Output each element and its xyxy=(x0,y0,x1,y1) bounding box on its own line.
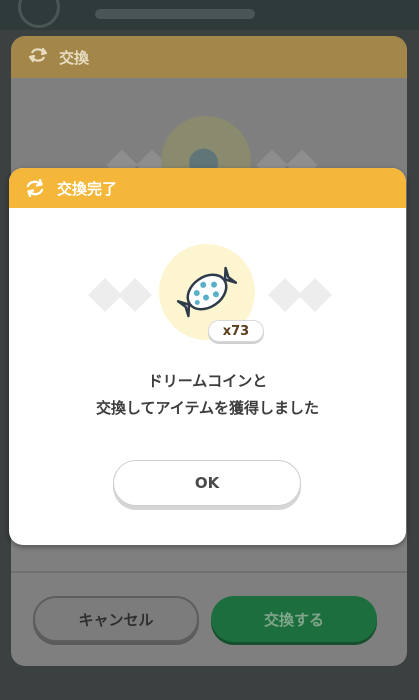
item-quantity-badge: x73 xyxy=(208,320,264,342)
candy-icon xyxy=(177,266,237,318)
ok-button[interactable]: OK xyxy=(113,460,301,506)
divider xyxy=(11,571,407,573)
dialog-message-line2: 交換してアイテムを獲得しました xyxy=(95,399,320,417)
exchange-panel-header: 交換 xyxy=(11,36,407,78)
exchange-button[interactable]: 交換する xyxy=(211,596,377,642)
cancel-button[interactable]: キャンセル xyxy=(33,596,199,642)
sync-icon xyxy=(25,179,45,197)
top-status-bar xyxy=(95,9,255,19)
dialog-message: ドリームコインと 交換してアイテムを獲得しました xyxy=(9,368,406,422)
dialog-message-line1: ドリームコインと xyxy=(147,372,268,390)
top-bar-background xyxy=(0,0,419,30)
dialog-title: 交換完了 xyxy=(57,179,118,198)
sync-icon xyxy=(28,47,48,67)
exchange-complete-dialog: 交換完了 x73 ドリームコインと 交換してアイテムを獲得しました OK xyxy=(9,168,406,545)
dialog-header: 交換完了 xyxy=(9,168,406,208)
avatar-ring xyxy=(18,0,60,28)
exchange-panel-title: 交換 xyxy=(59,48,90,67)
